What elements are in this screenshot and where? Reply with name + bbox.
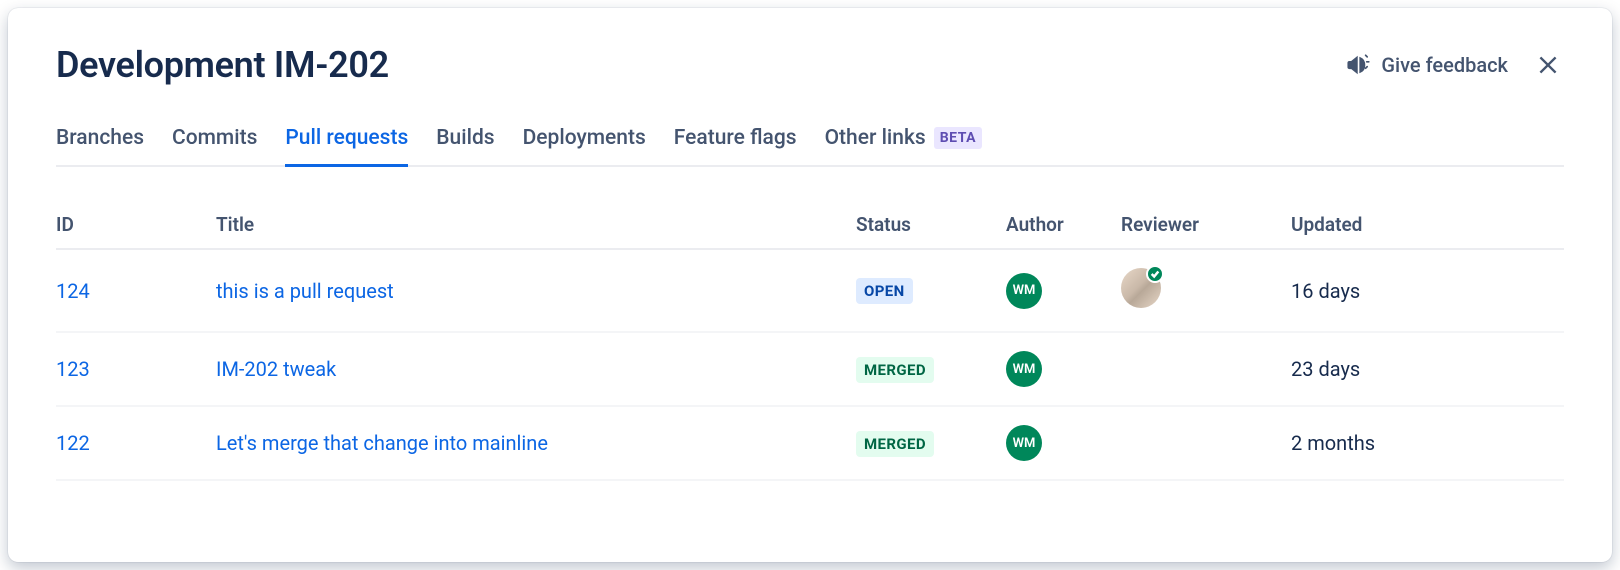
panel-header: Development IM-202 Give feedback [56,44,1564,86]
column-header-updated[interactable]: Updated [1291,203,1564,249]
column-header-id[interactable]: ID [56,203,216,249]
pull-requests-table: ID Title Status Author Reviewer Updated … [56,203,1564,481]
pr-title-link[interactable]: IM-202 tweak [216,357,336,381]
tab-pull-requests[interactable]: Pull requests [285,126,408,167]
tab-branches[interactable]: Branches [56,126,144,167]
tab-label: Feature flags [674,126,797,150]
megaphone-icon [1345,52,1371,78]
author-avatar[interactable]: WM [1006,273,1042,309]
pr-id-link[interactable]: 122 [56,431,90,455]
column-header-status[interactable]: Status [856,203,1006,249]
close-button[interactable] [1532,49,1564,81]
author-avatar[interactable]: WM [1006,351,1042,387]
reviewer-avatar[interactable] [1121,268,1161,308]
tab-label: Commits [172,126,257,150]
updated-cell: 23 days [1291,332,1564,406]
tab-builds[interactable]: Builds [436,126,494,167]
author-avatar[interactable]: WM [1006,425,1042,461]
give-feedback-label: Give feedback [1381,53,1508,77]
tab-label: Builds [436,126,494,150]
status-badge: MERGED [856,431,934,457]
pr-id-link[interactable]: 124 [56,279,90,303]
table-row: 124 this is a pull request OPEN WM 16 days [56,249,1564,332]
column-header-author[interactable]: Author [1006,203,1121,249]
header-actions: Give feedback [1345,49,1564,81]
panel-title: Development IM-202 [56,44,389,86]
development-panel: Development IM-202 Give feedback Branche… [8,8,1612,562]
beta-badge: BETA [934,127,982,149]
status-badge: OPEN [856,278,913,304]
pr-id-link[interactable]: 123 [56,357,90,381]
updated-cell: 2 months [1291,406,1564,480]
tab-commits[interactable]: Commits [172,126,257,167]
table-header-row: ID Title Status Author Reviewer Updated [56,203,1564,249]
tab-label: Branches [56,126,144,150]
table-row: 123 IM-202 tweak MERGED WM 23 days [56,332,1564,406]
updated-cell: 16 days [1291,249,1564,332]
pr-title-link[interactable]: this is a pull request [216,279,394,303]
tab-deployments[interactable]: Deployments [523,126,646,167]
give-feedback-button[interactable]: Give feedback [1345,52,1508,78]
status-badge: MERGED [856,357,934,383]
close-icon [1535,52,1561,78]
column-header-title[interactable]: Title [216,203,856,249]
tab-label: Other links [825,126,926,150]
table-row: 122 Let's merge that change into mainline… [56,406,1564,480]
pr-title-link[interactable]: Let's merge that change into mainline [216,431,548,455]
tab-other-links[interactable]: Other links BETA [825,126,983,167]
tab-label: Pull requests [285,126,408,150]
tab-label: Deployments [523,126,646,150]
column-header-reviewer[interactable]: Reviewer [1121,203,1291,249]
approved-check-icon [1146,265,1164,283]
tabs-nav: Branches Commits Pull requests Builds Deploy… [56,126,1564,167]
tab-feature-flags[interactable]: Feature flags [674,126,797,167]
